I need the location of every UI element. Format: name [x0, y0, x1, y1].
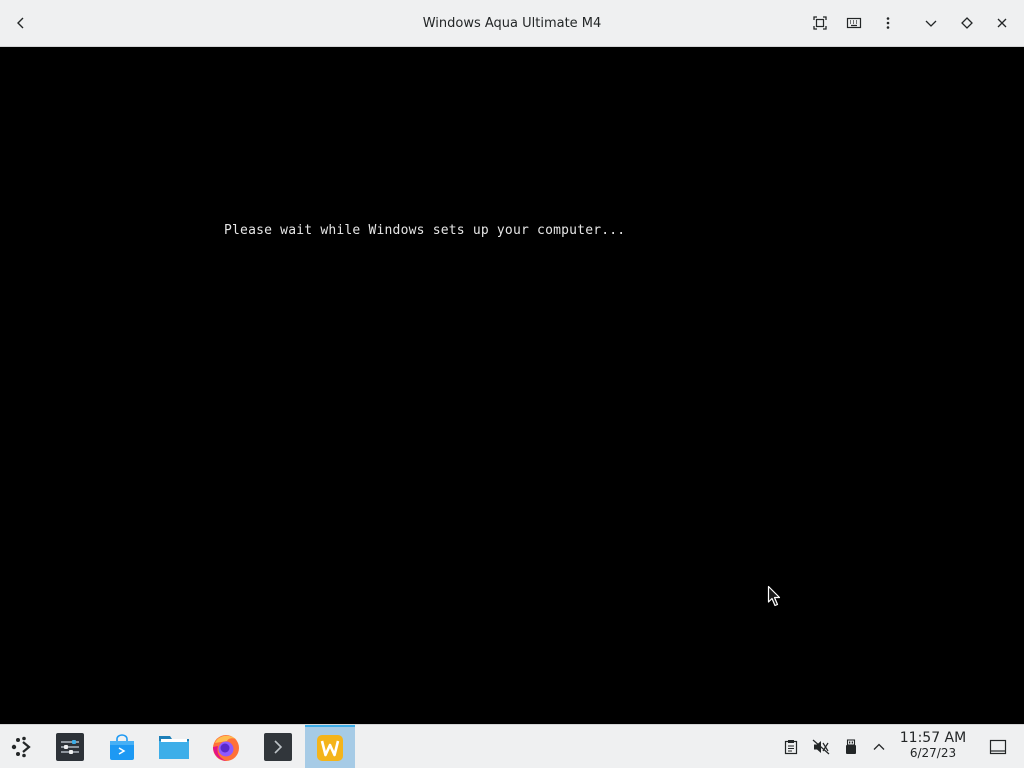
vm-display[interactable]: Please wait while Windows sets up your c…: [0, 47, 1024, 724]
show-desktop-button[interactable]: [986, 725, 1010, 768]
maximize-icon: [961, 17, 973, 29]
fullscreen-icon: [813, 16, 827, 30]
title-bar: Windows Aqua Ultimate M4: [0, 0, 1024, 47]
menu-button[interactable]: [876, 11, 900, 35]
close-button[interactable]: [990, 11, 1014, 35]
digital-clock[interactable]: 11:57 AM 6/27/23: [896, 730, 970, 761]
clock-time: 11:57 AM: [899, 730, 967, 746]
store-icon: [110, 733, 134, 760]
window-title: Windows Aqua Ultimate M4: [422, 16, 602, 31]
terminal-icon: [264, 732, 292, 761]
show-desktop-icon: [989, 739, 1007, 754]
volume-muted-icon: [812, 739, 830, 754]
tray-clipboard[interactable]: [780, 725, 802, 768]
minimize-button[interactable]: [919, 11, 943, 35]
taskbar-item-firefox[interactable]: [202, 725, 250, 768]
settings-icon: [56, 732, 84, 761]
clock-date: 6/27/23: [909, 746, 957, 760]
setup-message: Please wait while Windows sets up your c…: [224, 223, 626, 238]
keyboard-icon: [846, 17, 862, 29]
menu-icon: [886, 17, 890, 29]
application-launcher-button[interactable]: [0, 725, 44, 768]
fullscreen-button[interactable]: [808, 11, 832, 35]
clipboard-icon: [784, 739, 798, 754]
folder-icon: [159, 735, 189, 759]
keyboard-button[interactable]: [842, 11, 866, 35]
taskbar: 11:57 AM 6/27/23: [0, 724, 1024, 768]
maximize-button[interactable]: [955, 11, 979, 35]
tray-expand-button[interactable]: [868, 725, 890, 768]
minimize-icon: [925, 20, 937, 27]
tray-volume[interactable]: [810, 725, 832, 768]
usb-icon: [846, 738, 856, 754]
taskbar-item-discover[interactable]: [98, 725, 146, 768]
taskbar-item-virtual-machine[interactable]: [305, 725, 355, 768]
w-icon: [317, 734, 343, 761]
close-icon: [997, 18, 1007, 28]
taskbar-item-terminal[interactable]: [254, 725, 302, 768]
taskbar-item-system-settings[interactable]: [46, 725, 94, 768]
tray-usb[interactable]: [840, 725, 862, 768]
firefox-icon: [213, 734, 239, 761]
chevron-up-icon: [873, 743, 885, 750]
launcher-icon: [11, 736, 31, 757]
taskbar-item-file-manager[interactable]: [150, 725, 198, 768]
mouse-pointer-icon: [767, 585, 781, 607]
